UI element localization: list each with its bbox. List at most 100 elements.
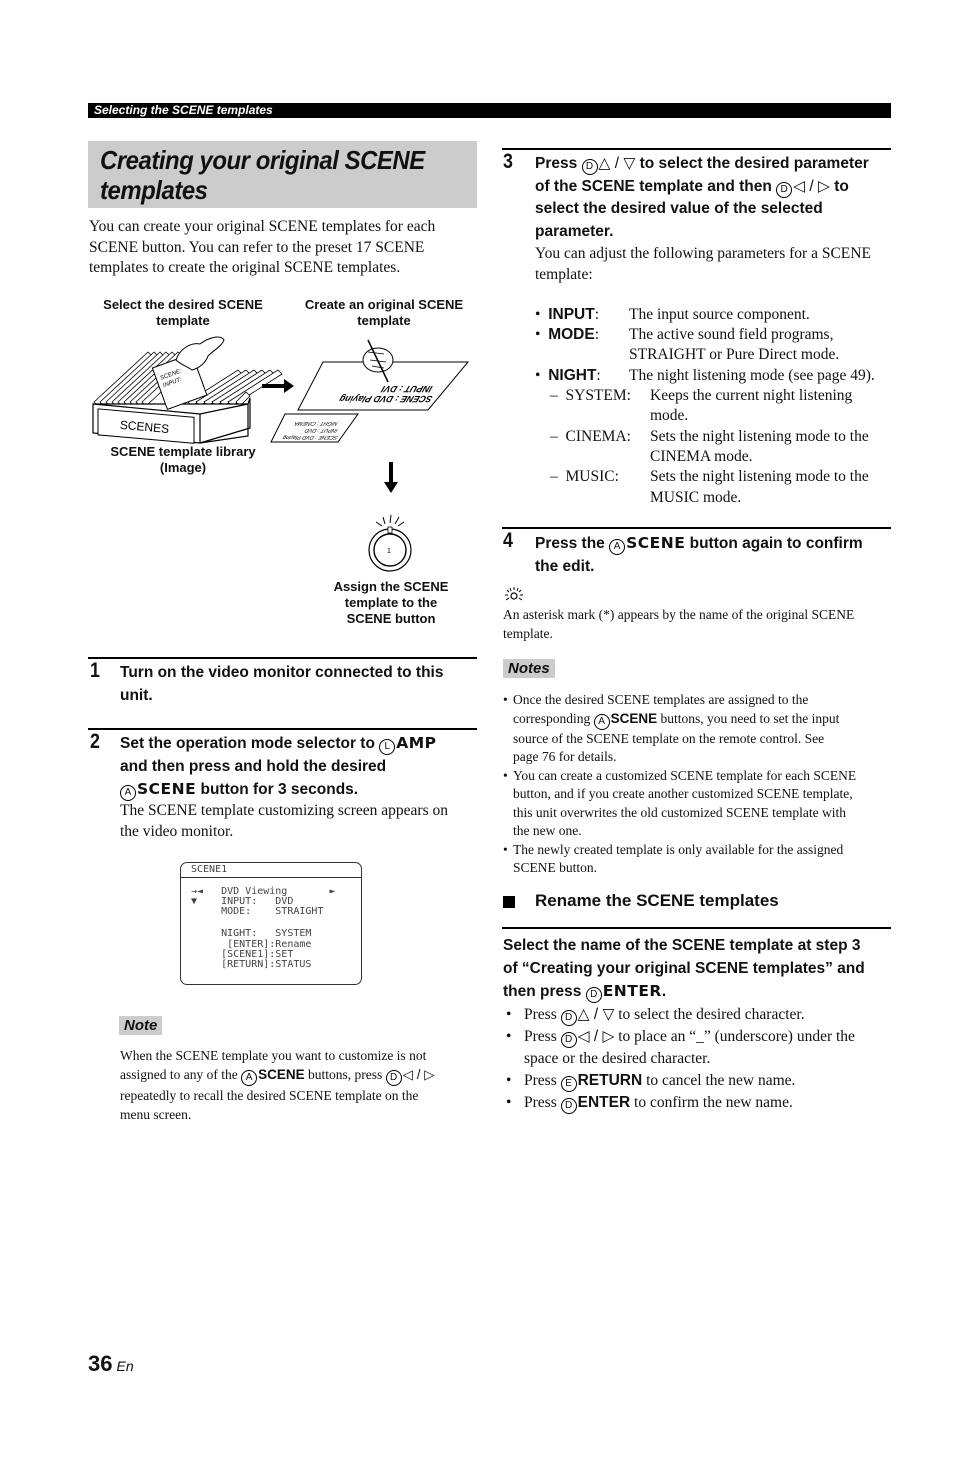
note-tag-box: Note (119, 1016, 163, 1035)
key-label: ENTER (577, 1094, 631, 1111)
notes-line: the new one. (513, 823, 582, 838)
label-line: Select the desired SCENE (103, 297, 263, 312)
intro-line: templates to create the original SCENE t… (89, 259, 401, 276)
key-label: SCENE (610, 710, 658, 726)
text: Set the operation mode selector to (120, 735, 380, 752)
body-line: template: (535, 265, 593, 283)
key-badge-icon: A (609, 539, 626, 555)
text: to place an “_” (underscore) under the (614, 1028, 855, 1045)
label-line: template (156, 313, 210, 328)
arrows-up-down-icon: △ / ▽ (577, 1006, 615, 1023)
note-line: When the SCENE template you want to cust… (120, 1048, 427, 1063)
note-line: menu screen. (120, 1107, 192, 1122)
option-desc: CINEMA mode. (650, 448, 753, 465)
text: then press (503, 983, 586, 1000)
sheet-text: INPUT : DVD (304, 427, 339, 433)
step-line: Press D △ / ▽ to select the desired param… (535, 153, 895, 176)
sheet-text: SCENE : DVD Playing (337, 394, 433, 404)
note-line: assigned to any of the A SCENE buttons, p… (120, 1065, 485, 1086)
label-line: (Image) (159, 460, 207, 475)
text: corresponding (513, 710, 594, 726)
osd-line: MODE: STRAIGHT (191, 906, 324, 917)
notes-line: SCENE button. (513, 860, 598, 875)
notes-line: page 76 for details. (513, 749, 617, 764)
arrow-down-icon (384, 462, 398, 493)
notes-line: You can create a customized SCENE templa… (513, 767, 857, 783)
rename-steps-list: Press D△ / ▽ to select the desired chara… (503, 1004, 898, 1114)
step-3-instruction: Press D △ / ▽ to select the desired param… (535, 153, 895, 243)
step-divider (502, 527, 891, 529)
page-title: Creating your original SCENE templates (100, 145, 425, 205)
key-badge-icon: D (560, 1010, 577, 1026)
param-desc: The night listening mode (see page 49). (629, 367, 875, 384)
text: to (829, 177, 849, 195)
rename-heading: Rename the SCENE templates (535, 891, 779, 910)
option-desc: Sets the night listening mode to the (650, 468, 869, 485)
intro-line: You can create your original SCENE templ… (89, 218, 436, 235)
sheet-text: INPUT : DVI (380, 384, 434, 394)
key-label: SCENE (137, 780, 197, 798)
label-line: Assign the SCENE (333, 579, 449, 594)
notes-item: The newly created template is only avail… (503, 841, 895, 878)
notes-item: Once the desired SCENE templates are ass… (503, 691, 895, 767)
section-divider (502, 927, 891, 929)
night-option-cinema: – CINEMA: (550, 428, 631, 445)
step-number: 3 (503, 150, 513, 173)
step-4-instruction: Press the A SCENE button again to confirm… (535, 532, 895, 578)
body-line: The SCENE template customizing screen ap… (120, 802, 448, 819)
scene-button-illustration: 1 (368, 514, 412, 572)
figure-label-assign: Assign the SCENE template to the SCENE b… (306, 579, 476, 627)
night-option-music: – MUSIC: (550, 468, 619, 485)
page-language: En (116, 1358, 134, 1374)
sheet-text: NIGHT : CINEMA (293, 420, 338, 426)
square-bullet-icon (503, 896, 515, 908)
osd-screen-illustration: SCENE1 →◄ DVD Viewing ► ▼ INPUT: DVD MOD… (180, 862, 362, 985)
figure-label-library: SCENE template library (Image) (92, 444, 274, 476)
label-line: Create an original SCENE (304, 297, 464, 312)
key-badge-icon: D (560, 1032, 577, 1048)
arrows-up-down-icon: △ / ▽ (598, 155, 636, 172)
rename-item: Press D△ / ▽ to select the desired chara… (503, 1004, 898, 1026)
rename-item: Press ERETURN to cancel the new name. (503, 1070, 898, 1092)
text: space or the desired character. (524, 1050, 711, 1067)
step-2-instruction: Set the operation mode selector to L AMP … (120, 732, 480, 802)
notes-tag-box: Notes (503, 659, 555, 678)
step-line: Set the operation mode selector to L AMP (120, 732, 480, 756)
intro-line: SCENE button. You can refer to the prese… (89, 238, 425, 256)
step-line: of the SCENE template and then D ◁ / ▷ to (535, 176, 895, 199)
figure-label-create: Create an original SCENE template (292, 297, 476, 329)
rename-item: Press DENTER to confirm the new name. (503, 1092, 898, 1114)
step-line: A SCENE button for 3 seconds. (120, 778, 480, 802)
key-label: AMP (396, 734, 437, 752)
text: of the SCENE template and then (535, 177, 777, 195)
text: . (661, 983, 667, 1000)
key-badge-icon: D (581, 159, 598, 175)
note-body: When the SCENE template you want to cust… (120, 1046, 485, 1124)
step-divider (502, 148, 891, 150)
notes-line: button, and if you create another custom… (513, 786, 853, 801)
key-label: SCENE (626, 534, 686, 552)
step-line: unit. (120, 686, 153, 704)
step-line: parameter. (535, 222, 614, 240)
step-number: 4 (503, 529, 513, 552)
parameter-night: • NIGHT: (535, 367, 601, 384)
arrows-left-right-icon: ◁ / ▷ (793, 177, 830, 195)
template-sheet-illustration: INPUT : DVI SCENE : DVD Playing NIGHT : … (270, 339, 470, 443)
night-option-system: – SYSTEM: (550, 387, 631, 404)
notes-line: corresponding A SCENE buttons, you need t… (513, 710, 895, 730)
step-3-body: You can adjust the following parameters … (535, 244, 895, 285)
step-number: 1 (90, 659, 100, 682)
tip-line: An asterisk mark (*) appears by the name… (503, 607, 855, 622)
param-key: NIGHT (548, 367, 597, 384)
parameter-input: • INPUT: (535, 306, 599, 323)
key-badge-icon: D (385, 1070, 402, 1086)
rename-instruction: Select the name of the SCENE template at… (503, 934, 898, 1003)
step-number: 2 (90, 730, 100, 753)
note-tag: Note (119, 1016, 163, 1035)
text: to confirm the new name. (630, 1094, 793, 1111)
key-badge-icon: D (776, 181, 793, 198)
tip-icon (505, 587, 523, 601)
page-title-box: Creating your original SCENE templates (88, 141, 477, 208)
rename-item: Press D◁ / ▷ to place an “_” (underscore… (503, 1026, 898, 1070)
option-key: SYSTEM: (565, 387, 631, 404)
